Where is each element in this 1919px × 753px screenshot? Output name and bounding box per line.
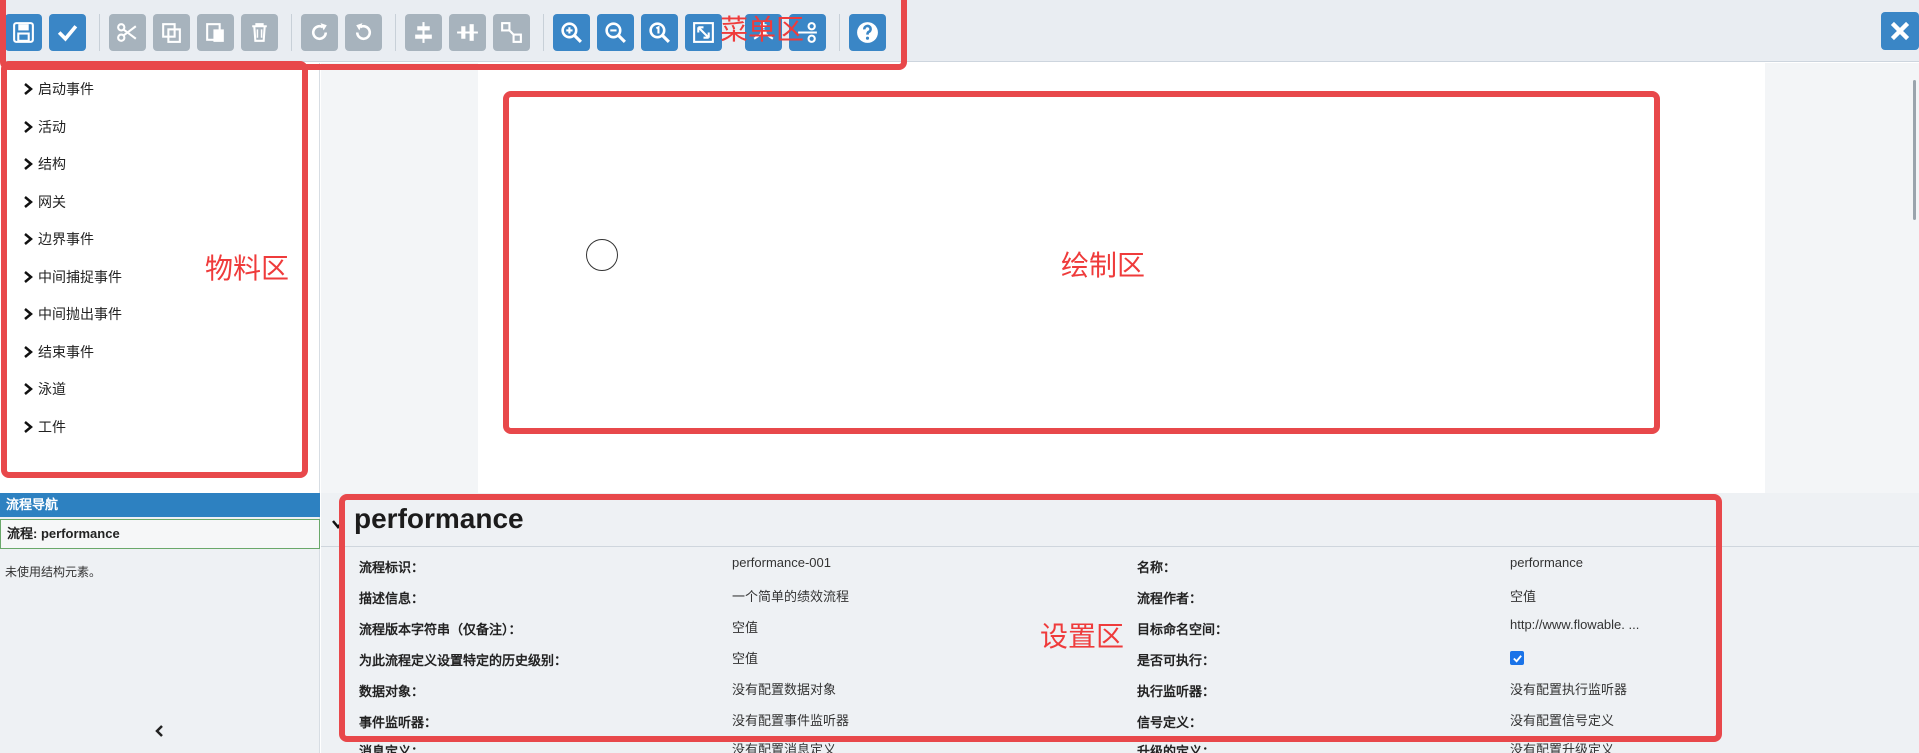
- settings-area-label: 设置区: [1040, 621, 1125, 652]
- collapse-left-icon[interactable]: [152, 723, 168, 739]
- close-icon: [1890, 21, 1910, 41]
- process-navigator: 流程导航 流程: performance 未使用结构元素。: [0, 493, 320, 753]
- navigator-empty-text: 未使用结构元素。: [5, 565, 102, 579]
- process-editor: 启动事件 活动 结构 网关 边界事件 中间捕捉事件 中间抛出事件 结束事件 泳道…: [0, 0, 1919, 753]
- prop-label: 升级的定义：: [1137, 744, 1216, 753]
- navigator-current-process[interactable]: 流程: performance: [0, 519, 320, 549]
- canvas-scrollbar[interactable]: [1913, 80, 1916, 220]
- navigator-header: 流程导航: [0, 493, 320, 517]
- close-button[interactable]: [1881, 12, 1919, 50]
- prop-label: 消息定义：: [359, 744, 425, 753]
- drawing-area-label: 绘制区: [1061, 250, 1146, 281]
- menu-area-label: 菜单区: [720, 14, 805, 45]
- settings-area-annotation: [339, 494, 1722, 742]
- material-area-label: 物料区: [205, 253, 290, 284]
